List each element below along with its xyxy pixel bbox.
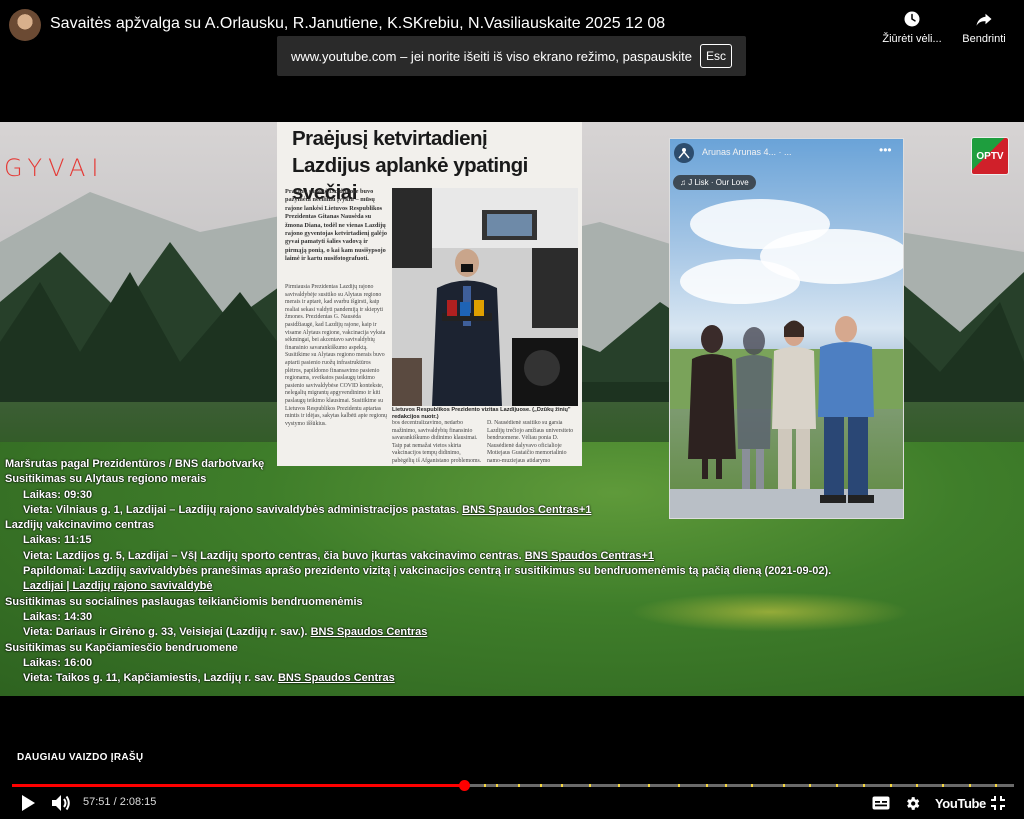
newspaper-column-1: Pirmiausia Prezidentas Lazdijų rajono sa… [285, 284, 387, 427]
chapter-marker [994, 784, 997, 787]
music-tag: ♫ J Lisk · Our Love [673, 175, 756, 190]
source-link: BNS Spaudos Centras [277, 672, 395, 685]
mute-button[interactable] [51, 793, 71, 813]
newspaper-clipping: Praėjusį ketvirtadienį Lazdijus aplankė … [277, 122, 582, 466]
schedule-item-extra: Papildomai: Lazdijų savivaldybės praneši… [23, 565, 832, 578]
subtitles-button[interactable] [872, 793, 890, 813]
source-link: BNS Spaudos Centras [310, 626, 428, 639]
more-options-icon: ••• [879, 143, 892, 157]
chapter-marker [483, 784, 486, 787]
exit-fullscreen-button[interactable] [990, 793, 1006, 813]
source-link: BNS Spaudos Centras+1 [524, 549, 654, 562]
subtitles-icon [872, 796, 890, 810]
chapter-marker [648, 784, 651, 787]
chapter-marker [561, 784, 564, 787]
schedule-item-place: Vieta: Dariaus ir Girėno g. 33, Veisieja… [23, 626, 428, 639]
schedule-item-time: Laikas: 09:30 [23, 488, 93, 501]
share-label: Bendrinti [962, 33, 1006, 45]
music-note-icon: ♫ [680, 178, 689, 187]
chapter-marker [495, 784, 498, 787]
schedule-item-name: Susitikimas su Alytaus regiono merais [5, 473, 207, 486]
schedule-extra-link: Lazdijai | Lazdijų rajono savivaldybė [23, 580, 213, 593]
newspaper-photo [392, 188, 578, 406]
chapter-marker [835, 784, 838, 787]
schedule-title: Maršrutas pagal Prezidentūros / BNS darb… [5, 458, 265, 470]
schedule-item-time: Laikas: 16:00 [23, 656, 93, 669]
fullscreen-notice-text: www.youtube.com – jei norite išeiti iš v… [290, 48, 692, 64]
chapter-marker [725, 784, 728, 787]
newspaper-caption: Lietuvos Respublikos Prezidento vizitas … [392, 407, 571, 420]
schedule-item-time: Laikas: 11:15 [23, 534, 92, 547]
youtube-logo[interactable]: YouTube [935, 796, 986, 811]
schedule-item-place: Vieta: Lazdijos g. 5, Lazdijai – VšĮ Laz… [23, 549, 654, 562]
channel-avatar[interactable] [9, 9, 41, 41]
time-display: 57:51 / 2:08:15 [83, 796, 157, 808]
chapter-marker [678, 784, 681, 787]
play-button[interactable] [20, 793, 36, 813]
chapter-marker [518, 784, 520, 787]
progress-played [12, 784, 464, 787]
chapter-marker [618, 784, 621, 787]
chapter-marker [540, 784, 543, 787]
progress-scrubber[interactable] [458, 780, 470, 791]
share-icon [976, 13, 992, 26]
schedule-item-place: Vieta: Vilniaus g. 1, Lazdijai – Lazdijų… [23, 503, 592, 516]
video-title[interactable]: Savaitės apžvalga su A.Orlausku, R.Janut… [50, 15, 665, 33]
chapter-marker [915, 784, 918, 787]
chapter-marker [889, 784, 892, 787]
chapter-marker [941, 784, 944, 787]
schedule-item-name: Susitikimas su socialines paslaugas teik… [5, 595, 363, 608]
schedule-item-time: Laikas: 14:30 [23, 610, 93, 623]
chapter-marker [862, 784, 865, 787]
play-icon [22, 795, 35, 811]
schedule-item-name: Susitikimas su Kapčiamiesčio bendruomene [5, 641, 238, 654]
channel-logo: OPTV [971, 137, 1009, 175]
source-link: BNS Spaudos Centras+1 [462, 503, 592, 516]
exit-fullscreen-icon [991, 796, 1005, 810]
clock-icon [904, 11, 920, 27]
chapter-marker [589, 784, 592, 787]
chapter-marker [782, 784, 785, 787]
gear-icon [907, 796, 920, 810]
esc-key-badge: Esc [700, 44, 733, 68]
schedule-item-name: Lazdijų vakcinavimo centras [5, 519, 155, 532]
music-label: J Lisk · Our Love [688, 178, 749, 187]
live-logo: GYVAI [4, 154, 105, 182]
more-videos-label[interactable]: DAUGIAU VAIZDO ĮRAŠŲ [17, 752, 143, 763]
watch-later-button[interactable]: Žiūrėti vėli... [882, 10, 942, 45]
schedule-overlay: Maršrutas pagal Prezidentūros / BNS darb… [5, 457, 831, 686]
settings-button[interactable] [904, 793, 921, 813]
chapter-marker [968, 784, 971, 787]
volume-icon [52, 795, 70, 811]
chapter-marker [706, 784, 709, 787]
person-icon [678, 148, 690, 159]
progress-bar[interactable] [12, 780, 1014, 791]
share-button[interactable]: Bendrinti [954, 10, 1014, 45]
chapter-marker [808, 784, 811, 787]
fullscreen-exit-notice: www.youtube.com – jei norite išeiti iš v… [277, 36, 746, 76]
author-name: Arunas Arunas 4... · ... [702, 147, 792, 157]
newspaper-lead: Praėjusi savaitė Lazdijuose buvo pažymėt… [285, 188, 387, 263]
watch-later-label: Žiūrėti vėli... [882, 33, 942, 45]
author-avatar [674, 143, 694, 163]
schedule-item-place: Vieta: Taikos g. 11, Kapčiamiestis, Lazd… [23, 672, 395, 685]
chapter-marker [751, 784, 754, 787]
video-frame[interactable]: GYVAI OPTV Praėjusį ketvirtadienį Lazdij… [0, 122, 1024, 696]
